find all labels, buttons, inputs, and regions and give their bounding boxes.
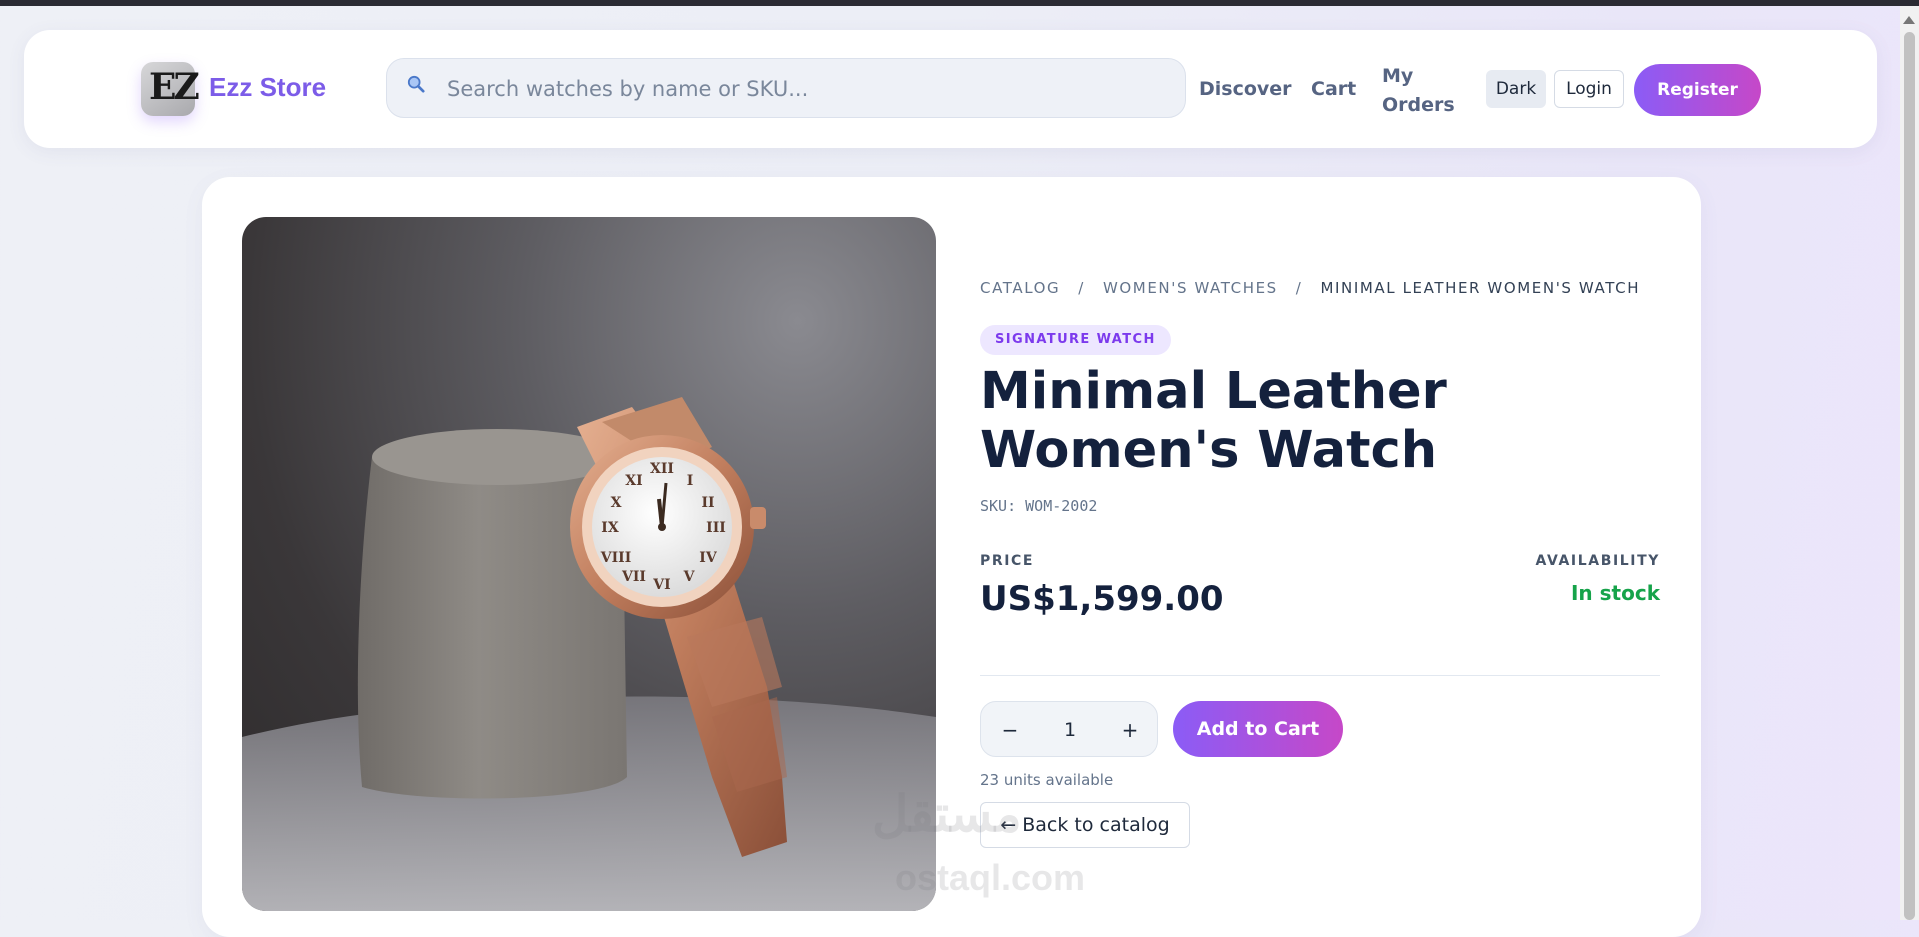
- add-to-cart-button[interactable]: Add to Cart: [1173, 701, 1343, 757]
- breadcrumb-catalog[interactable]: CATALOG: [980, 279, 1060, 297]
- svg-text:X: X: [611, 495, 622, 511]
- product-price: US$1,599.00: [980, 579, 1224, 619]
- svg-text:VII: VII: [621, 569, 646, 585]
- quantity-increase-button[interactable]: +: [1115, 712, 1145, 748]
- page-scrollbar[interactable]: [1900, 6, 1919, 920]
- availability-status: In stock: [1570, 581, 1660, 605]
- svg-text:VI: VI: [652, 577, 670, 593]
- svg-text:VIII: VIII: [600, 550, 632, 566]
- breadcrumb: CATALOG / WOMEN'S WATCHES / MINIMAL LEATHER …: [980, 279, 1640, 297]
- register-button[interactable]: Register: [1634, 64, 1761, 116]
- breadcrumb-separator: /: [1295, 279, 1303, 297]
- breadcrumb-separator: /: [1078, 279, 1085, 297]
- product-title: Minimal Leather Women's Watch: [980, 362, 1447, 480]
- quantity-decrease-button[interactable]: −: [995, 712, 1025, 748]
- watermark-logo: مستقل: [872, 786, 1022, 842]
- divider: [980, 675, 1660, 676]
- scrollbar-thumb[interactable]: [1904, 32, 1915, 920]
- watch-photo-illustration: XII III VI IX I II IV V VII VIII X XI: [242, 397, 936, 911]
- product-sku: SKU: WOM-2002: [980, 497, 1098, 515]
- scroll-up-arrow-icon[interactable]: [1903, 16, 1915, 24]
- quantity-value[interactable]: 1: [1041, 712, 1099, 748]
- product-badge: SIGNATURE WATCH: [980, 325, 1171, 355]
- nav-my-orders[interactable]: My Orders: [1382, 62, 1462, 120]
- watermark-url: ostaql.com: [895, 857, 1086, 898]
- browser-top-bar: [0, 0, 1919, 6]
- nav-cart[interactable]: Cart: [1311, 78, 1356, 100]
- breadcrumb-womens-watches[interactable]: WOMEN'S WATCHES: [1103, 279, 1278, 297]
- availability-label: AVAILABILITY: [1535, 553, 1660, 569]
- theme-toggle-button[interactable]: Dark: [1486, 70, 1546, 108]
- brand-logo-mark: EZ: [149, 66, 200, 108]
- product-image: XII III VI IX I II IV V VII VIII X XI: [242, 217, 936, 911]
- search-bar[interactable]: [386, 58, 1186, 119]
- breadcrumb-current: MINIMAL LEATHER WOMEN'S WATCH: [1320, 279, 1641, 297]
- svg-text:II: II: [701, 495, 714, 511]
- svg-text:V: V: [683, 569, 696, 585]
- svg-text:I: I: [687, 473, 694, 489]
- svg-text:XI: XI: [625, 473, 642, 489]
- nav-discover[interactable]: Discover: [1199, 78, 1292, 100]
- svg-text:III: III: [706, 520, 726, 536]
- price-label: PRICE: [980, 553, 1035, 569]
- svg-text:IV: IV: [699, 550, 718, 566]
- svg-text:XII: XII: [650, 461, 674, 477]
- site-header: EZ Ezz Store Discover Cart My Orders Dar…: [24, 30, 1877, 148]
- login-button[interactable]: Login: [1554, 70, 1624, 108]
- brand-name[interactable]: Ezz Store: [209, 72, 326, 103]
- svg-text:IX: IX: [601, 520, 619, 536]
- search-input[interactable]: [445, 59, 1169, 119]
- quantity-stepper: − 1 +: [980, 701, 1158, 757]
- search-icon: [407, 75, 425, 93]
- brand-logo[interactable]: EZ: [141, 62, 200, 116]
